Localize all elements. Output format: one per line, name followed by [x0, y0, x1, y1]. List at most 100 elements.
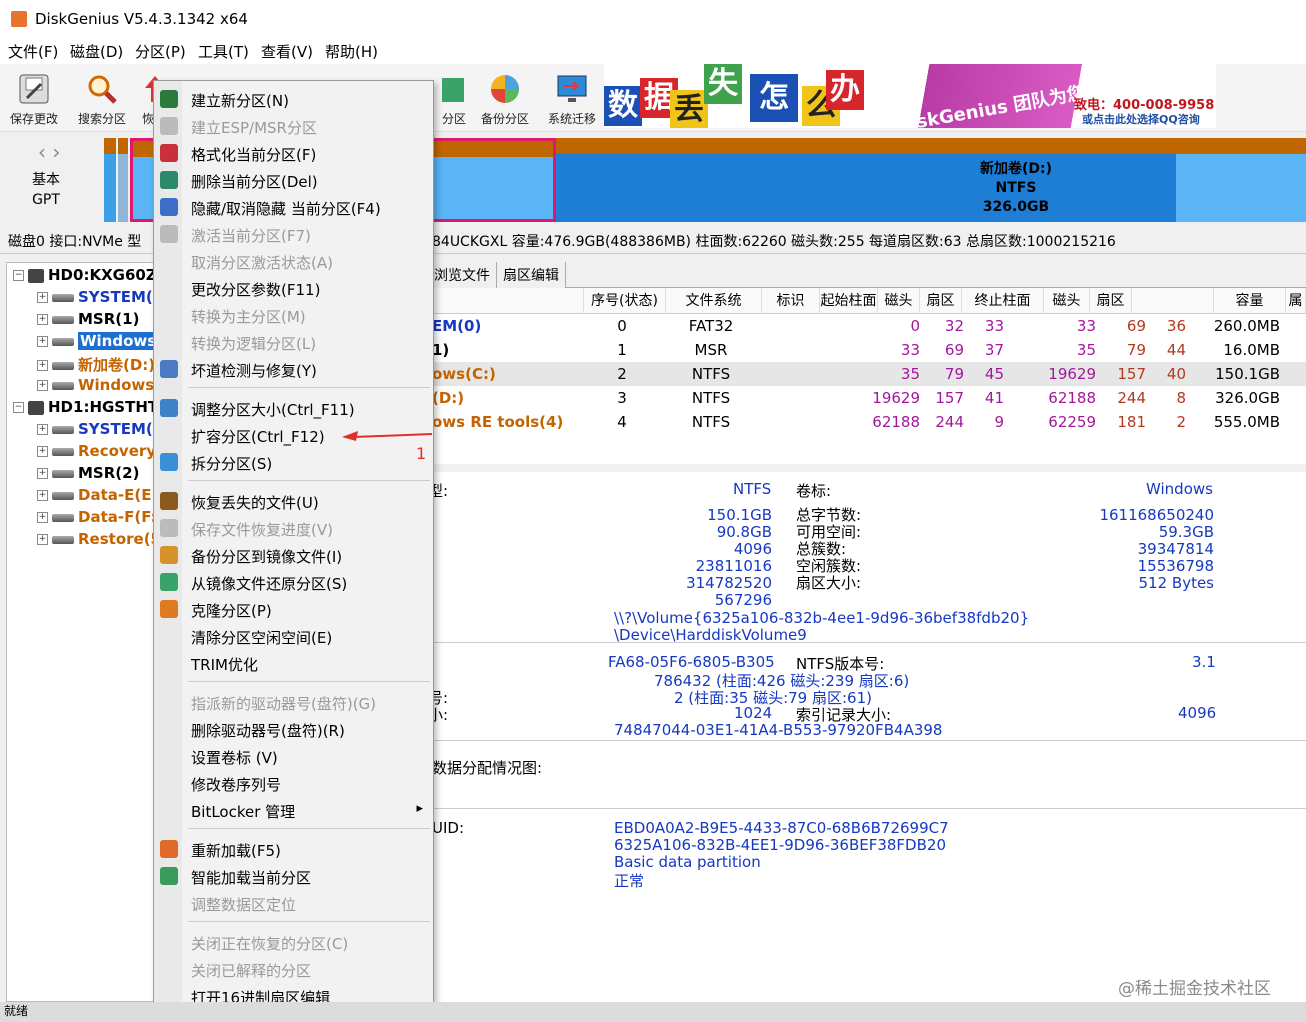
tab-browse-files[interactable]: 浏览文件: [428, 262, 497, 288]
column-header[interactable]: 属: [1286, 288, 1306, 314]
expand-icon[interactable]: +: [37, 360, 48, 371]
menu-item[interactable]: 重新加载(F5): [154, 835, 433, 862]
menu-help[interactable]: 帮助(H): [325, 41, 378, 62]
tree-partition[interactable]: + SYSTEM(0: [37, 420, 163, 438]
detail-left-values: 150.1GB 90.8GB 4096 23811016 314782520 567296: [658, 507, 772, 609]
backup-partition-button[interactable]: 备份分区: [473, 64, 537, 130]
menu-separator: [188, 681, 430, 682]
cell-h2: 69: [1126, 317, 1146, 335]
menu-item-label: 关闭正在恢复的分区(C): [191, 935, 349, 953]
expand-icon[interactable]: +: [37, 314, 48, 325]
expand-icon[interactable]: +: [37, 490, 48, 501]
cell-c1: 33: [900, 341, 920, 359]
expand-icon[interactable]: −: [13, 270, 24, 281]
table-row[interactable]: ows(C:) 2 NTFS 35 79 45 19629 157 40 150.1GB: [428, 362, 1306, 386]
expand-icon[interactable]: +: [37, 446, 48, 457]
column-header[interactable]: 扇区: [920, 288, 962, 314]
menu-item[interactable]: 恢复丢失的文件(U): [154, 487, 433, 514]
tree-partition[interactable]: + Windows: [37, 376, 154, 394]
menu-item-icon: [160, 519, 178, 537]
partition-block-d[interactable]: 新加卷(D:) NTFS 326.0GB: [556, 138, 1306, 222]
column-header[interactable]: 磁头: [878, 288, 920, 314]
menu-item[interactable]: 隐藏/取消隐藏 当前分区(F4): [154, 193, 433, 220]
search-partition-button[interactable]: 搜索分区: [70, 64, 134, 130]
menu-item[interactable]: 建立新分区(N): [154, 85, 433, 112]
diskgenius-window: DiskGenius V5.4.3.1342 x64 文件(F) 磁盘(D) 分…: [0, 0, 1306, 1022]
menu-item-label: 建立ESP/MSR分区: [191, 119, 317, 137]
menu-item[interactable]: 删除驱动器号(盘符)(R): [154, 715, 433, 742]
menu-item[interactable]: 调整分区大小(Ctrl_F11): [154, 394, 433, 421]
tree-partition[interactable]: + Data-E(E:): [37, 486, 164, 504]
menu-item[interactable]: 备份分区到镜像文件(I): [154, 541, 433, 568]
tab-sector-editor[interactable]: 扇区编辑: [497, 262, 566, 288]
column-header[interactable]: 标识: [762, 288, 820, 314]
tree-partition[interactable]: + SYSTEM(0: [37, 288, 163, 306]
menu-item[interactable]: 坏道检测与修复(Y): [154, 355, 433, 382]
tree-partition[interactable]: + Recovery(: [37, 442, 163, 460]
disk-nav-arrows[interactable]: ‹ ›: [38, 140, 60, 164]
column-header[interactable]: [1132, 288, 1214, 314]
table-row[interactable]: 1) 1 MSR 33 69 37 35 79 44 16.0MB: [428, 338, 1306, 362]
expand-icon[interactable]: +: [37, 512, 48, 523]
menu-item[interactable]: 格式化当前分区(F): [154, 139, 433, 166]
partition-block-system[interactable]: [104, 138, 116, 222]
column-header[interactable]: 文件系统: [666, 288, 762, 314]
tree-disk[interactable]: − HD1:HGSTHT: [13, 398, 158, 416]
expand-icon[interactable]: −: [13, 402, 24, 413]
tree-disk[interactable]: − HD0:KXG60Z: [13, 266, 157, 284]
menu-tools[interactable]: 工具(T): [198, 41, 249, 62]
expand-icon[interactable]: +: [37, 424, 48, 435]
menu-file[interactable]: 文件(F): [8, 41, 58, 62]
menu-item[interactable]: BitLocker 管理 ▸: [154, 796, 433, 823]
column-header[interactable]: 起始柱面: [820, 288, 878, 314]
table-row[interactable]: ows RE tools(4) 4 NTFS 62188 244 9 62259 181 2 55…: [428, 410, 1306, 434]
expand-icon[interactable]: +: [37, 468, 48, 479]
tree-partition[interactable]: + Restore(5: [37, 530, 161, 548]
menu-item[interactable]: 从镜像文件还原分区(S): [154, 568, 433, 595]
expand-icon[interactable]: +: [37, 380, 48, 391]
menu-item[interactable]: 修改卷序列号: [154, 769, 433, 796]
menu-item[interactable]: 智能加载当前分区: [154, 862, 433, 889]
tree-partition[interactable]: + MSR(1): [37, 310, 139, 328]
menu-item[interactable]: 清除分区空闲空间(E): [154, 622, 433, 649]
menu-item[interactable]: 更改分区参数(F11): [154, 274, 433, 301]
menu-partition[interactable]: 分区(P): [135, 41, 186, 62]
tree-partition[interactable]: + Windows(: [37, 332, 166, 350]
menu-item[interactable]: TRIM优化: [154, 649, 433, 676]
column-header[interactable]: 扇区: [1090, 288, 1132, 314]
menu-item[interactable]: 拆分分区(S): [154, 448, 433, 475]
column-header[interactable]: 容量: [1214, 288, 1286, 314]
menu-item[interactable]: 克隆分区(P): [154, 595, 433, 622]
menu-item-icon: [160, 840, 178, 858]
menu-item[interactable]: 设置卷标 (V): [154, 742, 433, 769]
cell-name: ows(C:): [432, 365, 496, 383]
system-migration-button[interactable]: 系统迁移: [540, 64, 604, 130]
table-row[interactable]: EM(0) 0 FAT32 0 32 33 33 69 36 260.0MB: [428, 314, 1306, 338]
column-header[interactable]: 磁头: [1044, 288, 1090, 314]
save-changes-button[interactable]: 保存更改: [2, 64, 66, 130]
tree-label: Recovery(: [78, 442, 163, 460]
expand-icon[interactable]: +: [37, 292, 48, 303]
detail-value: 90.8GB: [716, 523, 772, 541]
expand-icon[interactable]: +: [37, 534, 48, 545]
menu-disk[interactable]: 磁盘(D): [70, 41, 123, 62]
menu-item-icon: [160, 492, 178, 510]
column-header[interactable]: 序号(状态): [584, 288, 666, 314]
column-header[interactable]: [428, 288, 584, 314]
detail-value: 扇区大小:: [796, 574, 862, 592]
tree-partition[interactable]: + MSR(2): [37, 464, 139, 482]
menu-view[interactable]: 查看(V): [261, 41, 313, 62]
menu-item[interactable]: 删除当前分区(Del): [154, 166, 433, 193]
menu-item-icon: [160, 171, 178, 189]
column-header[interactable]: 终止柱面: [962, 288, 1044, 314]
tree-partition[interactable]: + 新加卷(D:): [37, 354, 155, 375]
cell-s2: 8: [1176, 389, 1186, 407]
menu-item: 激活当前分区(F7): [154, 220, 433, 247]
ad-banner[interactable]: 数 据 丢 失 怎 么 办 DiskGenius 团队为您服务 致电：400-0…: [604, 64, 1216, 128]
tree-partition[interactable]: + Data-F(F:): [37, 508, 163, 526]
menu-item-label: 转换为逻辑分区(L): [191, 335, 317, 353]
table-row[interactable]: (D:) 3 NTFS 19629 157 41 62188 244 8 326.0GB: [428, 386, 1306, 410]
partition-block-msr[interactable]: [118, 138, 128, 222]
tree-label: Restore(5: [78, 530, 161, 548]
expand-icon[interactable]: +: [37, 336, 48, 347]
